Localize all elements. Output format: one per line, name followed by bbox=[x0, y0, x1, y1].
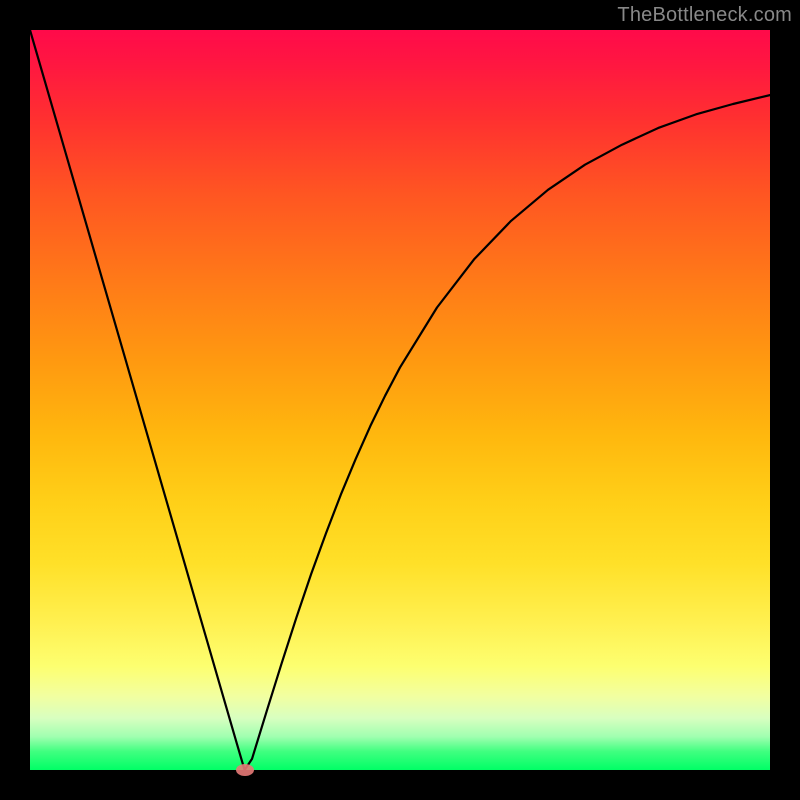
bottleneck-curve bbox=[30, 30, 770, 770]
optimum-marker bbox=[236, 764, 254, 776]
plot-area bbox=[30, 30, 770, 770]
chart-frame: TheBottleneck.com bbox=[0, 0, 800, 800]
watermark-text: TheBottleneck.com bbox=[617, 4, 792, 27]
